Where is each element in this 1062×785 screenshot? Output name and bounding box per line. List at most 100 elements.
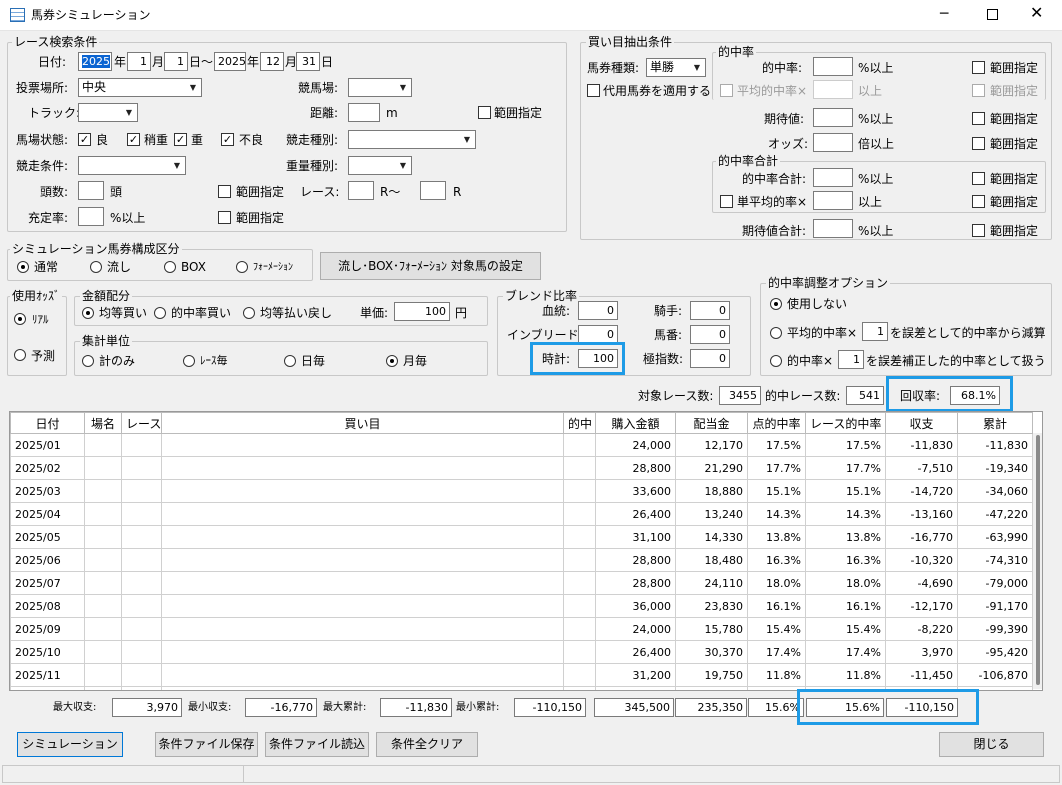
- adjust-none-radio[interactable]: [770, 298, 782, 310]
- ev-sum-input[interactable]: [813, 219, 853, 238]
- day-from-input[interactable]: 1: [164, 52, 188, 71]
- heads-input[interactable]: [78, 181, 104, 200]
- race-to-input[interactable]: [420, 181, 446, 200]
- adjust-subtract-input[interactable]: 1: [862, 322, 888, 341]
- distance-input[interactable]: [348, 103, 380, 122]
- distance-range-checkbox[interactable]: [478, 106, 491, 119]
- column-header[interactable]: 配当金: [675, 412, 748, 434]
- hit-sum-input[interactable]: [813, 168, 853, 187]
- results-grid[interactable]: 日付 場名 レース 買い目 的中 購入金額 配当金 点的中率 レース的中率 収支 累計 2025/0…: [9, 411, 1043, 691]
- race-from-input[interactable]: [348, 181, 374, 200]
- ev-input[interactable]: [813, 108, 853, 127]
- close-icon[interactable]: ✕: [1030, 5, 1043, 21]
- table-row[interactable]: 2025/08 36,000 23,830 16.1% 16.1% -12,170 -91,…: [10, 594, 1033, 618]
- odds-real-radio[interactable]: [14, 313, 26, 325]
- table-row[interactable]: 2025/10 26,400 30,370 17.4% 17.4% 3,970 -95,42…: [10, 640, 1033, 664]
- track-select[interactable]: ▼: [78, 103, 138, 122]
- month-to-input[interactable]: 12: [260, 52, 284, 71]
- blend-clock-input[interactable]: 100: [578, 349, 618, 368]
- weight-type-select[interactable]: ▼: [348, 156, 412, 175]
- fill-rate-input[interactable]: [78, 207, 104, 226]
- substitute-checkbox[interactable]: [587, 84, 600, 97]
- column-header[interactable]: 累計: [957, 412, 1033, 434]
- race-condition-select[interactable]: ▼: [78, 156, 186, 175]
- avg-hit-checkbox[interactable]: [720, 84, 733, 97]
- adjust-correct-input[interactable]: 1: [838, 350, 864, 369]
- table-row[interactable]: 2025/01 24,000 12,170 17.5% 17.5% -11,830 -11,…: [10, 433, 1033, 457]
- hit-sum-range-checkbox[interactable]: [972, 172, 985, 185]
- blend-jockey-input[interactable]: 0: [690, 301, 730, 320]
- clear-conditions-button[interactable]: 条件全クリア: [376, 732, 478, 757]
- scrollbar-thumb[interactable]: [1036, 435, 1040, 685]
- column-header[interactable]: 的中: [563, 412, 596, 434]
- save-conditions-button[interactable]: 条件ファイル保存: [155, 732, 258, 757]
- column-header[interactable]: 購入金額: [595, 412, 676, 434]
- single-avg-input[interactable]: [813, 191, 853, 210]
- race-type-select[interactable]: ▼: [348, 130, 476, 149]
- day-to-input[interactable]: 31: [296, 52, 320, 71]
- amount-equal-radio[interactable]: [82, 307, 94, 319]
- fill-range-checkbox[interactable]: [218, 211, 231, 224]
- odds-forecast-radio[interactable]: [14, 349, 26, 361]
- column-header[interactable]: 日付: [10, 412, 85, 434]
- cond-good-checkbox[interactable]: ✓: [78, 133, 91, 146]
- agg-day-radio[interactable]: [284, 355, 296, 367]
- cond-heavy-checkbox[interactable]: ✓: [174, 133, 187, 146]
- column-header[interactable]: 場名: [84, 412, 122, 434]
- table-row[interactable]: 2025/07 28,800 24,110 18.0% 18.0% -4,690 -79,0…: [10, 571, 1033, 595]
- blend-number-input[interactable]: 0: [690, 325, 730, 344]
- cond-bad-checkbox[interactable]: ✓: [221, 133, 234, 146]
- load-conditions-button[interactable]: 条件ファイル読込: [265, 732, 369, 757]
- single-avg-range-checkbox[interactable]: [972, 195, 985, 208]
- avg-hit-input[interactable]: [813, 80, 853, 99]
- table-row[interactable]: 2025/04 26,400 13,240 14.3% 14.3% -13,160 -47,…: [10, 502, 1033, 526]
- year-to-input[interactable]: 2025: [214, 52, 246, 71]
- heads-range-checkbox[interactable]: [218, 185, 231, 198]
- adjust-subtract-radio[interactable]: [770, 327, 782, 339]
- adjust-correct-radio[interactable]: [770, 355, 782, 367]
- month-from-input[interactable]: 1: [127, 52, 151, 71]
- column-header[interactable]: レース: [121, 412, 162, 434]
- sim-box-radio[interactable]: [164, 261, 176, 273]
- hit-rate-input[interactable]: [813, 57, 853, 76]
- avg-hit-range-checkbox[interactable]: [972, 84, 985, 97]
- column-header[interactable]: 点的中率: [747, 412, 806, 434]
- odds-input[interactable]: [813, 133, 853, 152]
- table-row[interactable]: 2025/05 31,100 14,330 13.8% 13.8% -16,770 -63,…: [10, 525, 1033, 549]
- table-row[interactable]: 2025/09 24,000 15,780 15.4% 15.4% -8,220 -99,3…: [10, 617, 1033, 641]
- blend-index-input[interactable]: 0: [690, 349, 730, 368]
- sim-flow-radio[interactable]: [90, 261, 102, 273]
- table-row[interactable]: 2025/02 28,800 21,290 17.7% 17.7% -7,510 -19,3…: [10, 456, 1033, 480]
- simulate-button[interactable]: シミュレーション: [17, 732, 123, 757]
- agg-total-radio[interactable]: [82, 355, 94, 367]
- amount-hit-radio[interactable]: [154, 307, 166, 319]
- sim-normal-radio[interactable]: [17, 261, 29, 273]
- ev-range-checkbox[interactable]: [972, 112, 985, 125]
- blend-inbreed-input[interactable]: 0: [578, 325, 618, 344]
- column-header[interactable]: レース的中率: [805, 412, 886, 434]
- ev-sum-range-checkbox[interactable]: [972, 224, 985, 237]
- close-button[interactable]: 閉じる: [939, 732, 1044, 757]
- table-row[interactable]: 2025/03 33,600 18,880 15.1% 15.1% -14,720 -34,…: [10, 479, 1033, 503]
- odds-range-checkbox[interactable]: [972, 137, 985, 150]
- cond-slightly-heavy-checkbox[interactable]: ✓: [127, 133, 140, 146]
- agg-race-radio[interactable]: [183, 355, 195, 367]
- course-select[interactable]: ▼: [348, 78, 412, 97]
- target-horse-setting-button[interactable]: 流し･BOX･ﾌｫｰﾒｰｼｮﾝ 対象馬の設定: [320, 252, 541, 280]
- blend-blood-input[interactable]: 0: [578, 301, 618, 320]
- table-row[interactable]: 2025/1226,40023,12014.7%14.7%-3,280-110,…: [10, 686, 1033, 690]
- table-row[interactable]: 2025/06 28,800 18,480 16.3% 16.3% -10,320 -74,…: [10, 548, 1033, 572]
- amount-payout-radio[interactable]: [243, 307, 255, 319]
- venue-select[interactable]: 中央 ▼: [78, 78, 202, 97]
- ticket-kind-select[interactable]: 単勝 ▼: [646, 58, 706, 77]
- hit-range-checkbox[interactable]: [972, 61, 985, 74]
- column-header[interactable]: 買い目: [161, 412, 564, 434]
- single-avg-checkbox[interactable]: [720, 195, 733, 208]
- minimize-icon[interactable]: ─: [940, 6, 948, 22]
- unit-price-input[interactable]: 100: [394, 302, 450, 321]
- maximize-icon[interactable]: [987, 9, 998, 20]
- column-header[interactable]: 収支: [885, 412, 958, 434]
- table-row[interactable]: 2025/11 31,200 19,750 11.8% 11.8% -11,450 -106…: [10, 663, 1033, 687]
- sim-formation-radio[interactable]: [236, 261, 248, 273]
- agg-month-radio[interactable]: [386, 355, 398, 367]
